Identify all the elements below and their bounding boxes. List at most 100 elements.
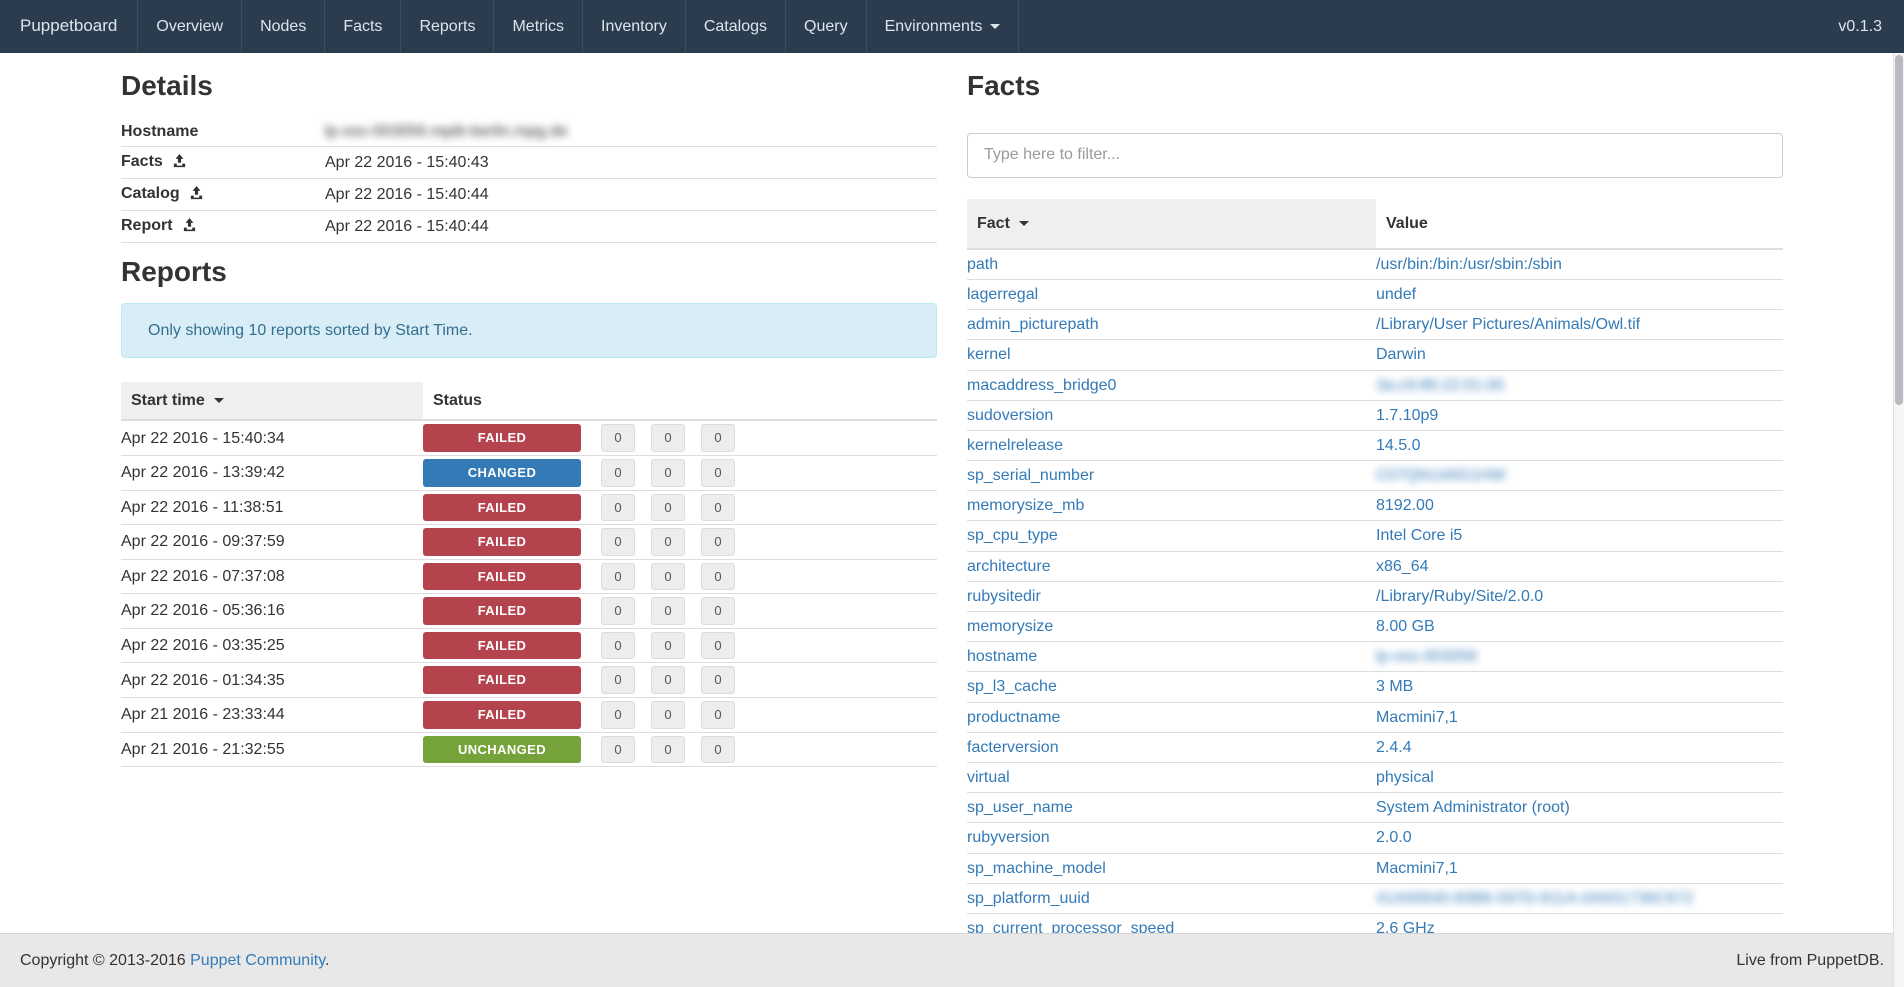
table-filler [751, 663, 937, 698]
nav-item-environments-dropdown[interactable]: Environments [867, 0, 1020, 53]
status-badge: FAILED [423, 701, 581, 729]
fact-value-link[interactable]: 41A00640-60B6-597D-811A-0A931736C672 [1376, 890, 1693, 907]
fact-value-link[interactable]: x86_64 [1376, 558, 1429, 575]
fact-name-link[interactable]: memorysize [967, 618, 1053, 635]
fact-value-link[interactable]: 8.00 GB [1376, 618, 1435, 635]
fact-value-link[interactable]: 8192.00 [1376, 497, 1434, 514]
fact-name-link[interactable]: path [967, 256, 998, 273]
fact-name-link[interactable]: kernelrelease [967, 437, 1063, 454]
fact-value-link[interactable]: 3a:c9:86:22:01:00 [1376, 377, 1504, 394]
fact-name-link[interactable]: sp_l3_cache [967, 678, 1057, 695]
fact-name-link[interactable]: virtual [967, 769, 1010, 786]
reports-title: Reports [121, 255, 937, 289]
footer: Copyright © 2013-2016 Puppet Community. … [0, 933, 1904, 987]
count-badge: 0 [701, 424, 735, 452]
nav-item[interactable]: Query [786, 0, 867, 53]
fact-value-link[interactable]: 14.5.0 [1376, 437, 1420, 454]
fact-value-link[interactable]: lp-osx-003056 [1376, 648, 1477, 665]
report-start-time: Apr 21 2016 - 21:32:55 [121, 732, 423, 767]
fact-value-link[interactable]: Darwin [1376, 346, 1426, 363]
nav-item[interactable]: Catalogs [686, 0, 786, 53]
fact-name-link[interactable]: sp_platform_uuid [967, 890, 1090, 907]
fact-name-link[interactable]: lagerregal [967, 286, 1038, 303]
fact-value-link[interactable]: 2.4.4 [1376, 739, 1412, 756]
fact-name-link[interactable]: rubyversion [967, 829, 1050, 846]
fact-value-link[interactable]: Macmini7,1 [1376, 709, 1458, 726]
detail-value: Apr 22 2016 - 15:40:44 [325, 218, 489, 235]
fact-value-link[interactable]: physical [1376, 769, 1434, 786]
fact-name-link[interactable]: rubysitedir [967, 588, 1041, 605]
fact-name-link[interactable]: facterversion [967, 739, 1059, 756]
nav-item[interactable]: Nodes [242, 0, 325, 53]
count-badge: 0 [701, 666, 735, 694]
column-header-fact[interactable]: Fact [967, 199, 1376, 249]
fact-name-link[interactable]: admin_picturepath [967, 316, 1099, 333]
fact-row: kernelrelease 14.5.0 [967, 430, 1783, 460]
reports-notice: Only showing 10 reports sorted by Start … [121, 303, 937, 358]
right-column: Facts Fact Value pa [967, 53, 1783, 944]
fact-row: lagerregal undef [967, 279, 1783, 309]
details-title: Details [121, 69, 937, 103]
fact-row: architecture x86_64 [967, 551, 1783, 581]
copyright-text: Copyright © 2013-2016 [20, 952, 190, 969]
fact-name-link[interactable]: sp_machine_model [967, 860, 1106, 877]
nav-item[interactable]: Reports [401, 0, 494, 53]
status-badge: FAILED [423, 597, 581, 625]
count-badge: 0 [651, 666, 685, 694]
fact-name-link[interactable]: sp_user_name [967, 799, 1073, 816]
fact-row: sp_machine_model Macmini7,1 [967, 853, 1783, 883]
table-filler [751, 455, 937, 490]
count-badge: 0 [651, 597, 685, 625]
fact-name-link[interactable]: sp_cpu_type [967, 527, 1058, 544]
fact-value-link[interactable]: /Library/Ruby/Site/2.0.0 [1376, 588, 1543, 605]
fact-name-link[interactable]: sudoversion [967, 407, 1053, 424]
column-header-status[interactable]: Status [423, 382, 601, 420]
detail-label: Hostname [121, 123, 198, 140]
nav-item[interactable]: Overview [138, 0, 242, 53]
count-badge: 0 [651, 701, 685, 729]
fact-name-link[interactable]: productname [967, 709, 1060, 726]
fact-value-link[interactable]: C07QN1A6G1HW [1376, 467, 1506, 484]
fact-name-link[interactable]: macaddress_bridge0 [967, 377, 1116, 394]
report-row: Apr 22 2016 - 07:37:08 FAILED 0 0 0 [121, 559, 937, 594]
start-time-header-label: Start time [131, 392, 205, 409]
fact-row: path /usr/bin:/bin:/usr/sbin:/sbin [967, 249, 1783, 280]
count-badge: 0 [701, 459, 735, 487]
fact-value-link[interactable]: undef [1376, 286, 1416, 303]
navbar-brand[interactable]: Puppetboard [0, 0, 138, 53]
fact-name-link[interactable]: architecture [967, 558, 1051, 575]
column-header-value[interactable]: Value [1376, 199, 1783, 249]
nav-item[interactable]: Facts [325, 0, 401, 53]
vertical-scrollbar-track[interactable] [1893, 53, 1904, 987]
fact-value-link[interactable]: Macmini7,1 [1376, 860, 1458, 877]
fact-value-link[interactable]: /usr/bin:/bin:/usr/sbin:/sbin [1376, 256, 1562, 273]
fact-value-link[interactable]: 1.7.10p9 [1376, 407, 1438, 424]
fact-value-link[interactable]: Intel Core i5 [1376, 527, 1462, 544]
vertical-scrollbar-thumb[interactable] [1895, 55, 1903, 405]
detail-value: lp-osx-003056.mpib-berlin.mpg.de [325, 123, 568, 140]
report-start-time: Apr 22 2016 - 05:36:16 [121, 594, 423, 629]
status-badge: CHANGED [423, 459, 581, 487]
detail-value: Apr 22 2016 - 15:40:44 [325, 186, 489, 203]
main-content: Details Hostname lp-osx-003056.mpib-berl… [121, 53, 1783, 944]
count-badge: 0 [601, 666, 635, 694]
puppet-community-link[interactable]: Puppet Community [190, 952, 325, 969]
nav-item[interactable]: Inventory [583, 0, 686, 53]
fact-name-link[interactable]: sp_serial_number [967, 467, 1094, 484]
facts-filter-input[interactable] [967, 133, 1783, 178]
fact-value-link[interactable]: /Library/User Pictures/Animals/Owl.tif [1376, 316, 1640, 333]
column-header-start-time[interactable]: Start time [121, 382, 423, 420]
fact-name-link[interactable]: hostname [967, 648, 1037, 665]
report-row: Apr 21 2016 - 21:32:55 UNCHANGED 0 0 0 [121, 732, 937, 767]
detail-row: Hostname lp-osx-003056.mpib-berlin.mpg.d… [121, 117, 937, 147]
count-badge: 0 [601, 459, 635, 487]
count-badge: 0 [601, 736, 635, 764]
fact-value-link[interactable]: System Administrator (root) [1376, 799, 1570, 816]
fact-name-link[interactable]: memorysize_mb [967, 497, 1084, 514]
fact-row: macaddress_bridge0 3a:c9:86:22:01:00 [967, 370, 1783, 400]
fact-name-link[interactable]: kernel [967, 346, 1011, 363]
nav-item[interactable]: Metrics [494, 0, 583, 53]
fact-value-link[interactable]: 2.0.0 [1376, 829, 1412, 846]
fact-value-link[interactable]: 3 MB [1376, 678, 1413, 695]
status-badge: FAILED [423, 563, 581, 591]
